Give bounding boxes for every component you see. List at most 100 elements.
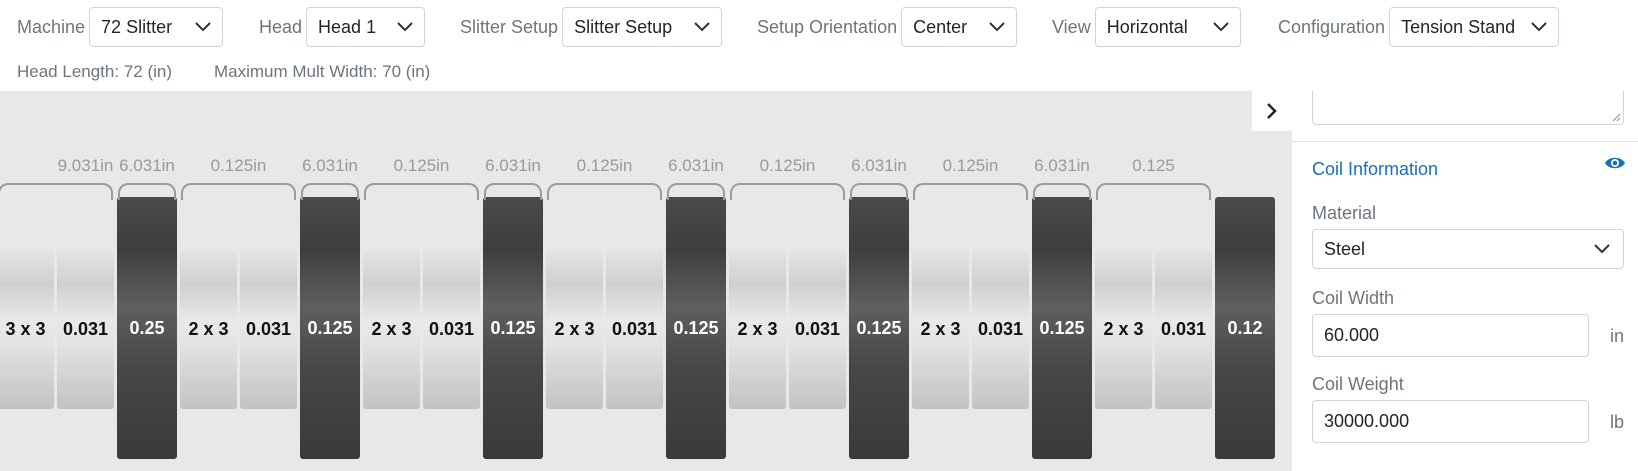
tool-label: 2 x 3: [554, 318, 595, 339]
tool-label: 0.031: [1160, 318, 1207, 339]
setup-orientation-select[interactable]: Center: [901, 7, 1018, 47]
dimension-bracket: [0, 183, 113, 200]
view-select[interactable]: Horizontal: [1094, 7, 1241, 47]
spacer-tool[interactable]: 0.031: [240, 249, 297, 409]
coil-info-panel: Coil Information Material Steel Coil Wid…: [1292, 91, 1638, 471]
tool-label: 2 x 3: [1103, 318, 1144, 339]
eye-icon[interactable]: [1604, 155, 1626, 171]
dimension-label: 9.031in: [57, 156, 114, 175]
dimension-bracket: [1096, 183, 1211, 200]
section-title: Coil Information: [1312, 159, 1439, 179]
dimension-bracket: [181, 183, 296, 200]
tool-label: 0.031: [62, 318, 109, 339]
knife-tool[interactable]: 0.125: [1032, 197, 1092, 459]
chevron-right-icon: [1267, 103, 1277, 119]
configuration-group: Configuration Tension Stand: [1278, 6, 1560, 48]
spacer-tool[interactable]: 0.031: [972, 249, 1029, 409]
machine-value: 72 Slitter: [101, 16, 173, 37]
tool-label: 2 x 3: [188, 318, 229, 339]
spacer-tool[interactable]: 2 x 3: [180, 249, 237, 409]
coil-weight-input[interactable]: 30000.000: [1312, 400, 1589, 443]
head-group: Head Head 1: [259, 6, 426, 48]
view-value: Horizontal: [1106, 16, 1188, 37]
material-value: Steel: [1324, 238, 1366, 259]
dimension-bracket: [850, 183, 908, 200]
spacer-tool[interactable]: 2 x 3: [546, 249, 603, 409]
dimension-bracket: [1033, 183, 1091, 200]
view-group: View Horizontal: [1052, 6, 1241, 48]
machine-label: Machine: [17, 16, 86, 37]
coil-width-label: Coil Width: [1312, 288, 1395, 308]
tool-label: 0.031: [977, 318, 1024, 339]
spacer-tool[interactable]: 2 x 3: [912, 249, 969, 409]
tool-label: 3 x 3: [5, 318, 46, 339]
tool-label: 2 x 3: [371, 318, 412, 339]
dimension-label: 0.125in: [576, 156, 633, 175]
dimension-label: 6.031in: [302, 156, 358, 175]
dimension-label: 6.031in: [485, 156, 541, 175]
configuration-label: Configuration: [1278, 16, 1386, 37]
tool-label: 2 x 3: [920, 318, 961, 339]
chevron-down-icon: [694, 22, 710, 32]
coil-width-input[interactable]: 60.000: [1312, 314, 1589, 357]
knife-tool[interactable]: 0.12: [1215, 197, 1275, 459]
panel-toggle-button[interactable]: [1252, 91, 1292, 131]
spacer-tool[interactable]: 0.031: [1155, 249, 1212, 409]
spacer-tool[interactable]: 2 x 3: [1095, 249, 1152, 409]
knife-tool[interactable]: 0.125: [666, 197, 726, 459]
dimension-bracket: [547, 183, 662, 200]
dimension-label: 6.031in: [668, 156, 724, 175]
machine-group: Machine 72 Slitter: [17, 6, 224, 48]
dimension-label: 0.125in: [759, 156, 816, 175]
dimension-bracket: [730, 183, 845, 200]
head-select[interactable]: Head 1: [306, 7, 426, 47]
dimension-bracket: [364, 183, 479, 200]
tool-label: 0.125: [673, 317, 719, 338]
tool-label: 0.031: [245, 318, 292, 339]
coil-width-value: 60.000: [1324, 325, 1380, 345]
chevron-down-icon: [397, 22, 413, 32]
chevron-down-icon: [195, 22, 211, 32]
knife-tool[interactable]: 0.25: [117, 197, 177, 459]
view-label: View: [1052, 16, 1091, 37]
knife-tool[interactable]: 0.125: [483, 197, 543, 459]
tool-label: 0.125: [1039, 317, 1085, 338]
spacer-tool[interactable]: 2 x 3: [729, 249, 786, 409]
machine-select[interactable]: 72 Slitter: [89, 7, 224, 47]
spacer-tool[interactable]: 0.031: [606, 249, 663, 409]
head-length-text: Head Length: 72 (in): [17, 62, 172, 81]
spacer-tool[interactable]: 2 x 3: [363, 249, 420, 409]
resize-handle-icon[interactable]: [1611, 112, 1621, 122]
head-value: Head 1: [318, 16, 377, 37]
chevron-down-icon: [1212, 22, 1229, 32]
setup-orientation-group: Setup Orientation Center: [757, 6, 1018, 48]
chevron-down-icon: [1531, 22, 1547, 32]
tool-label: 0.125: [307, 317, 353, 338]
spacer-tool[interactable]: 0.031: [789, 249, 846, 409]
setup-orientation-value: Center: [913, 16, 968, 37]
tool-label: 0.125: [490, 317, 536, 338]
spacer-tool[interactable]: 0.031: [57, 249, 114, 409]
tool-label: 0.031: [611, 318, 658, 339]
dimension-label: 0.125in: [210, 156, 267, 175]
configuration-select[interactable]: Tension Stand: [1389, 7, 1560, 47]
slitter-setup-value: Slitter Setup: [574, 16, 673, 37]
dimension-label: 0.125: [1132, 156, 1175, 175]
setup-orientation-label: Setup Orientation: [757, 16, 898, 37]
slitter-setup-select[interactable]: Slitter Setup: [562, 7, 723, 47]
tool-label: 0.125: [856, 317, 902, 338]
coil-weight-unit: lb: [1610, 412, 1625, 432]
slitter-setup-group: Slitter Setup Slitter Setup: [460, 6, 723, 48]
notes-textarea[interactable]: [1312, 91, 1624, 125]
knife-tool[interactable]: 0.125: [300, 197, 360, 459]
chevron-down-icon: [1594, 244, 1610, 254]
tool-label: 0.031: [428, 318, 475, 339]
spacer-tool[interactable]: 3 x 3: [0, 249, 54, 409]
tool-label: 2 x 3: [737, 318, 778, 339]
knife-tool[interactable]: 0.125: [849, 197, 909, 459]
dimension-label: 6.031in: [1034, 156, 1090, 175]
spacer-tool[interactable]: 0.031: [423, 249, 480, 409]
dimension-label: 0.125in: [942, 156, 999, 175]
material-select[interactable]: Steel: [1312, 229, 1624, 269]
slitter-layout-canvas: 3 x 3 0.031 0.25 2 x 3 0.031 0.125 2 x 3 0.031 0…: [0, 91, 1292, 471]
